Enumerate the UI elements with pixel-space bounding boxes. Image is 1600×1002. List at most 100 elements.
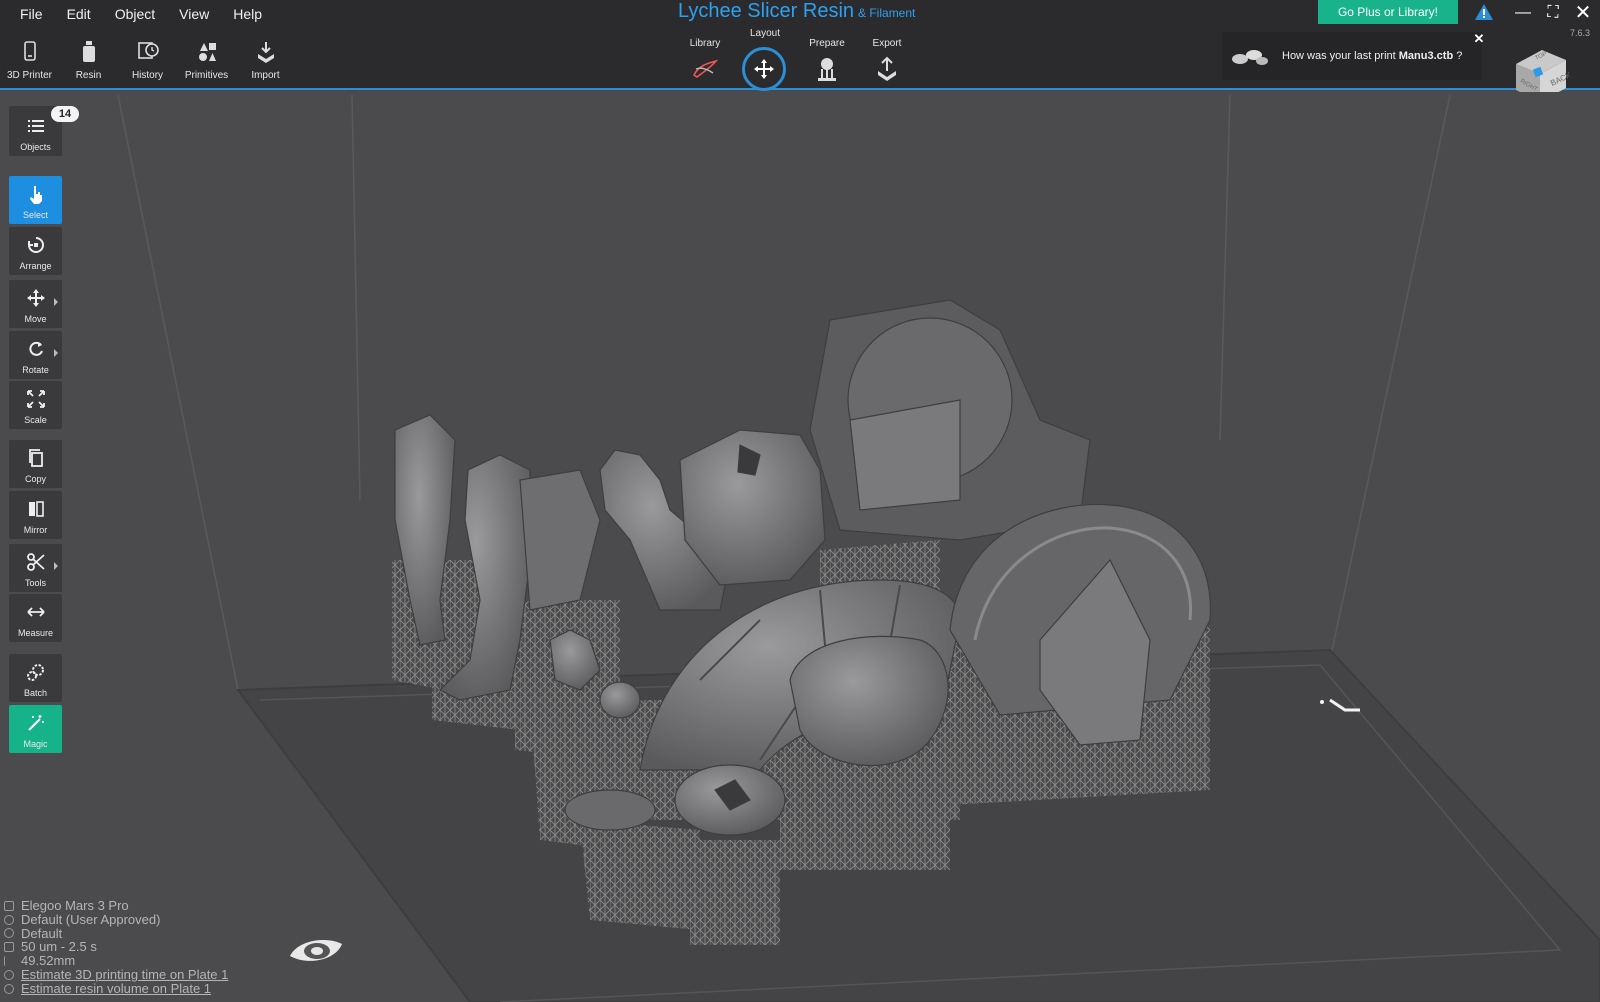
info-profile-text: Default: [21, 925, 63, 941]
estimate-time-link[interactable]: Estimate 3D printing time on Plate 1: [4, 968, 228, 982]
magic-label: Magic: [23, 739, 48, 749]
tab-prepare[interactable]: Prepare: [797, 38, 857, 83]
tools-button[interactable]: Tools: [9, 544, 62, 592]
top-bar: File Edit Object View Help Lychee Slicer…: [0, 0, 1600, 91]
move-arrows-icon: [754, 59, 774, 79]
tab-layout-label: Layout: [749, 28, 781, 39]
scale-label: Scale: [24, 415, 47, 425]
printer-button[interactable]: 3D Printer: [0, 40, 59, 86]
import-icon: [257, 42, 274, 63]
tab-prepare-label: Prepare: [809, 38, 845, 49]
notice-file: Manu3.ctb: [1398, 50, 1454, 62]
menu-view[interactable]: View: [167, 4, 221, 24]
history-label: History: [131, 70, 164, 81]
import-label: Import: [251, 70, 280, 81]
scissors-icon: [26, 553, 45, 571]
scale-icon: [26, 390, 45, 408]
measure-label: Measure: [17, 628, 53, 638]
height-small-icon: [4, 956, 14, 967]
arrange-button[interactable]: Arrange: [9, 227, 62, 275]
info-resin[interactable]: Default (User Approved): [4, 911, 228, 927]
history-icon: [137, 42, 159, 59]
batch-button[interactable]: Batch: [9, 654, 62, 702]
import-button[interactable]: Import: [236, 40, 295, 86]
move-submenu-arrow-icon[interactable]: [54, 298, 58, 306]
batch-label: Batch: [23, 688, 47, 698]
resin-small-icon: [4, 914, 14, 925]
menu-object[interactable]: Object: [103, 4, 167, 24]
measure-icon: [26, 607, 45, 617]
app-title: Lychee Slicer Resin & Filament: [678, 0, 915, 23]
go-plus-button[interactable]: Go Plus or Library!: [1318, 0, 1458, 24]
feedback-notice[interactable]: How was your last print Manu3.ctb ?: [1222, 32, 1482, 80]
primitives-label: Primitives: [184, 70, 229, 81]
info-height-text: 49.52mm: [21, 953, 76, 969]
copy-label: Copy: [24, 474, 46, 484]
tab-layout[interactable]: Layout: [735, 28, 795, 39]
rotate-label: Rotate: [22, 365, 49, 375]
menu-file[interactable]: File: [8, 4, 55, 24]
magic-wand-icon: [27, 715, 44, 731]
arrange-icon: [27, 237, 44, 253]
list-icon: [27, 120, 44, 132]
magic-button[interactable]: Magic: [9, 705, 62, 753]
select-button[interactable]: Select: [9, 176, 62, 224]
menu-edit[interactable]: Edit: [55, 4, 103, 24]
estimate-volume-text[interactable]: Estimate resin volume on Plate 1: [21, 981, 211, 996]
resin-button[interactable]: Resin: [59, 40, 118, 86]
layout-active-indicator[interactable]: [742, 47, 786, 91]
3d-viewport[interactable]: [0, 92, 1600, 1002]
rotate-button[interactable]: Rotate: [9, 331, 62, 379]
maximize-button[interactable]: ⛶: [1542, 2, 1564, 24]
close-window-button[interactable]: ✕: [1572, 2, 1594, 24]
printer-small-icon: [4, 900, 14, 911]
primitives-icon: [198, 43, 216, 61]
pointer-hand-icon: [29, 186, 42, 204]
measure-button[interactable]: Measure: [9, 594, 62, 642]
rotate-icon: [28, 341, 43, 356]
layers-small-icon: [4, 942, 14, 953]
arrange-label: Arrange: [19, 261, 52, 271]
resin-label: Resin: [75, 70, 102, 81]
move-label: Move: [24, 314, 47, 324]
menu-help[interactable]: Help: [221, 4, 274, 24]
tools-label: Tools: [24, 578, 46, 588]
notice-close-icon[interactable]: ✕: [1472, 32, 1486, 46]
objects-label: Objects: [20, 142, 51, 152]
scale-button[interactable]: Scale: [9, 381, 62, 429]
supports-icon: [818, 58, 836, 81]
print-info-panel: Elegoo Mars 3 Pro Default (User Approved…: [4, 899, 228, 996]
select-label: Select: [22, 210, 48, 220]
estimate-volume-link[interactable]: Estimate resin volume on Plate 1: [4, 981, 228, 996]
notice-text: How was your last print Manu3.ctb ?: [1282, 50, 1462, 62]
tab-export[interactable]: Export: [857, 38, 917, 83]
estimate-time-text[interactable]: Estimate 3D printing time on Plate 1: [21, 968, 228, 982]
info-profile[interactable]: Default: [4, 925, 228, 941]
tab-export-label: Export: [872, 38, 902, 49]
history-button[interactable]: History: [118, 40, 177, 86]
mirror-button[interactable]: Mirror: [9, 491, 62, 539]
clock-small-icon: [4, 969, 14, 980]
mirror-label: Mirror: [23, 525, 48, 535]
info-height: 49.52mm: [4, 954, 228, 968]
info-resin-text: Default (User Approved): [21, 911, 161, 927]
droplet-small-icon: [4, 983, 14, 994]
app-title-main: Lychee Slicer Resin: [678, 0, 855, 22]
minimize-button[interactable]: —: [1512, 2, 1534, 24]
info-layer: 50 um - 2.5 s: [4, 940, 228, 954]
lychee-logo-icon: [290, 940, 342, 961]
move-button[interactable]: Move: [9, 280, 62, 328]
tab-library[interactable]: Library: [675, 38, 735, 83]
info-layer-text: 50 um - 2.5 s: [21, 939, 97, 955]
copy-button[interactable]: Copy: [9, 440, 62, 488]
warning-icon[interactable]: [1474, 3, 1494, 21]
version-label: 7.6.3: [1570, 28, 1591, 38]
batch-icon: [26, 664, 44, 681]
rotate-submenu-arrow-icon[interactable]: [54, 349, 58, 357]
info-printer[interactable]: Elegoo Mars 3 Pro: [4, 899, 228, 913]
objects-count-badge: 14: [51, 106, 79, 122]
print-thumbnail-icon: [1232, 50, 1268, 65]
palette-small-icon: [4, 928, 14, 939]
tools-submenu-arrow-icon[interactable]: [54, 562, 58, 570]
primitives-button[interactable]: Primitives: [177, 40, 236, 86]
